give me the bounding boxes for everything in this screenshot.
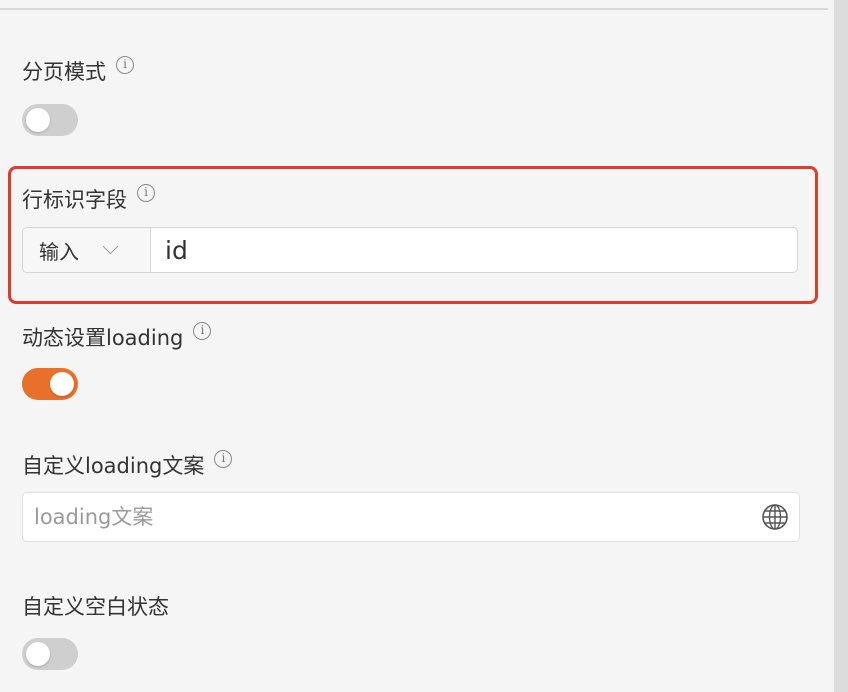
custom-loading-input[interactable]: [34, 505, 761, 529]
info-icon[interactable]: i: [137, 184, 155, 202]
custom-loading-label: 自定义loading文案: [22, 454, 205, 478]
dynamic-loading-toggle[interactable]: [22, 368, 78, 400]
info-icon[interactable]: i: [116, 56, 134, 74]
paging-mode-toggle[interactable]: [22, 104, 78, 136]
row-key-mode-select[interactable]: 输入: [23, 228, 151, 272]
custom-loading-label-row: 自定义loading文案 i: [22, 450, 233, 480]
info-icon[interactable]: i: [193, 322, 212, 340]
info-icon[interactable]: i: [214, 450, 233, 468]
dynamic-loading-label-row: 动态设置loading i: [22, 322, 212, 352]
custom-empty-toggle[interactable]: [22, 638, 78, 670]
toggle-knob: [26, 642, 50, 666]
paging-mode-label: 分页模式: [22, 60, 106, 84]
dynamic-loading-label: 动态设置loading: [22, 326, 184, 350]
row-key-label-row: 行标识字段 i: [22, 184, 155, 214]
paging-mode-label-row: 分页模式 i: [22, 56, 134, 86]
custom-empty-label: 自定义空白状态: [22, 595, 169, 619]
scrollbar[interactable]: [834, 0, 848, 692]
row-key-mode-value: 输入: [39, 239, 79, 264]
custom-empty-label-row: 自定义空白状态: [22, 593, 169, 621]
row-key-label: 行标识字段: [22, 188, 127, 212]
row-key-input[interactable]: id: [151, 228, 797, 272]
globe-icon[interactable]: [761, 503, 789, 531]
toggle-knob: [26, 108, 50, 132]
row-key-value: id: [165, 235, 188, 265]
chevron-down-icon: [102, 238, 119, 254]
toggle-knob: [50, 372, 74, 396]
settings-panel: 分页模式 i 行标识字段 i 输入 id 动态设置loading i 自定义lo…: [0, 0, 832, 692]
custom-loading-field: [22, 492, 800, 542]
top-divider: [0, 8, 828, 10]
row-key-field: 输入 id: [22, 227, 798, 273]
